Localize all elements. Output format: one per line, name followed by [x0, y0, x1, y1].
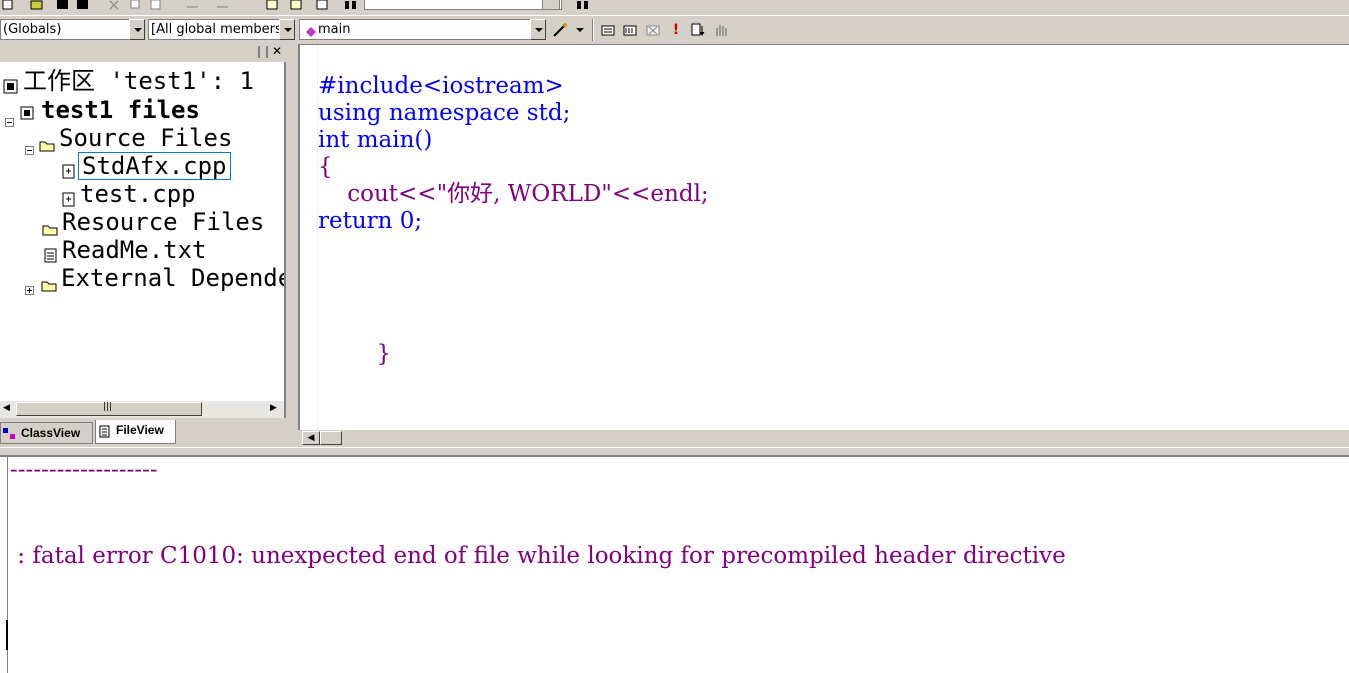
copy-icon[interactable]: [130, 0, 144, 10]
redo-icon[interactable]: [216, 0, 230, 10]
output-pane[interactable]: ------------------- : fatal error C1010:…: [0, 455, 1349, 673]
compile-icon[interactable]: [600, 22, 616, 38]
output-cursor: [6, 620, 8, 650]
tab-classview[interactable]: ClassView: [0, 422, 93, 444]
wizard-bar: (Globals) [All global members main !: [0, 15, 1349, 43]
splitter[interactable]: [0, 447, 1349, 455]
workspace-tabs: ClassView FileView: [0, 420, 290, 444]
breakpoint-hand-icon[interactable]: [713, 22, 729, 38]
workspace-root[interactable]: 工作区 'test1': 1: [3, 67, 254, 95]
tab-label: FileView: [116, 423, 164, 437]
find-combo-arrow[interactable]: [542, 0, 560, 10]
output-icon[interactable]: [316, 0, 330, 10]
tree-item-external-dependencies[interactable]: External Depende: [25, 264, 286, 295]
workspace-hscrollbar[interactable]: ◀ ||| ▶: [0, 401, 286, 418]
tree-item-label: StdAfx.cpp: [78, 152, 231, 180]
go-icon[interactable]: [690, 22, 706, 38]
code-line: return 0;: [318, 208, 423, 234]
workspace-header: ✕: [0, 44, 290, 61]
save-all-icon[interactable]: [76, 0, 90, 10]
binoculars-icon[interactable]: [344, 0, 358, 10]
standard-toolbar: [0, 0, 1349, 14]
code-line: int main(): [318, 127, 433, 153]
fileview-icon: [99, 425, 111, 442]
class-combo-arrow[interactable]: [129, 19, 145, 40]
editor-hscrollbar[interactable]: ◀: [298, 430, 1349, 446]
wizard-wand-icon[interactable]: [552, 22, 568, 38]
function-combo-text: main: [318, 22, 351, 37]
scroll-thumb[interactable]: [320, 431, 342, 445]
tab-fileview[interactable]: FileView: [95, 420, 176, 444]
paste-icon[interactable]: [150, 0, 164, 10]
folder-icon: [41, 264, 61, 299]
find-in-files-icon[interactable]: [290, 0, 304, 10]
tree-item-source-files[interactable]: Source Files: [25, 124, 233, 155]
tree-item-label: External Depende: [61, 264, 286, 292]
collapse-icon[interactable]: [5, 96, 19, 133]
collapse-icon[interactable]: [25, 124, 39, 161]
code-line: {: [318, 154, 333, 180]
code-line: #include<iostream>: [318, 73, 564, 99]
code-line: cout<<"你好, WORLD"<<endl;: [318, 181, 709, 207]
execute-icon[interactable]: !: [668, 22, 684, 38]
scroll-thumb[interactable]: |||: [16, 402, 202, 416]
members-combo-arrow[interactable]: [279, 19, 295, 40]
tree-item-label: Source Files: [59, 124, 233, 152]
code-editor[interactable]: #include<iostream> using namespace std; …: [298, 44, 1349, 430]
tree-item-test-cpp[interactable]: test.cpp: [62, 180, 196, 208]
find-icon[interactable]: [576, 0, 590, 10]
members-combo[interactable]: [All global members: [148, 19, 279, 40]
code-line: using namespace std;: [318, 100, 571, 126]
tree-item-label: ReadMe.txt: [62, 236, 207, 264]
expand-icon[interactable]: [25, 264, 41, 301]
tab-label: ClassView: [21, 426, 81, 440]
dock-grip-icon[interactable]: [258, 46, 268, 58]
output-gutter: [0, 457, 8, 673]
cut-icon[interactable]: [108, 0, 122, 10]
workspace-close-icon[interactable]: ✕: [272, 44, 282, 58]
scroll-grip: |||: [103, 402, 113, 412]
project-node[interactable]: test1 files: [5, 96, 200, 127]
method-icon: [306, 26, 316, 39]
new-file-icon[interactable]: [2, 0, 16, 10]
folder-open-icon: [39, 124, 59, 159]
function-combo-arrow[interactable]: [530, 19, 546, 40]
toolbar-separator: [592, 19, 594, 41]
open-icon[interactable]: [30, 0, 44, 10]
tree-item-label: Resource Files: [62, 208, 265, 236]
scroll-right-icon[interactable]: ▶: [270, 403, 277, 413]
scroll-left-icon[interactable]: ◀: [302, 431, 320, 445]
workspace-root-label: 工作区 'test1': 1: [23, 67, 254, 95]
build-icon[interactable]: [622, 22, 638, 38]
editor-gutter: [300, 45, 318, 430]
tree-item-readme[interactable]: ReadMe.txt: [44, 236, 207, 264]
output-separator: -------------------: [10, 457, 158, 483]
workspace-icon[interactable]: [266, 0, 280, 10]
code-line: }: [318, 341, 392, 367]
tree-item-label: test.cpp: [80, 180, 196, 208]
tree-item-resource-files[interactable]: Resource Files: [42, 208, 264, 236]
output-error: : fatal error C1010: unexpected end of f…: [10, 543, 1066, 569]
workspace-tree: 工作区 'test1': 1 test1 files Source Files …: [0, 62, 286, 401]
find-combo[interactable]: [364, 0, 562, 10]
class-combo[interactable]: (Globals): [0, 19, 130, 40]
classview-icon: [3, 428, 17, 443]
function-combo[interactable]: main: [299, 19, 530, 40]
tree-item-stdafx[interactable]: StdAfx.cpp: [62, 152, 231, 180]
scroll-left-icon[interactable]: ◀: [3, 403, 10, 413]
project-label: test1 files: [41, 96, 200, 124]
ide-window: (Globals) [All global members main ! ✕ 工…: [0, 0, 1349, 673]
wizard-dropdown-icon[interactable]: [572, 22, 588, 38]
undo-icon[interactable]: [186, 0, 200, 10]
stop-build-icon[interactable]: [645, 22, 661, 38]
save-icon[interactable]: [56, 0, 70, 10]
